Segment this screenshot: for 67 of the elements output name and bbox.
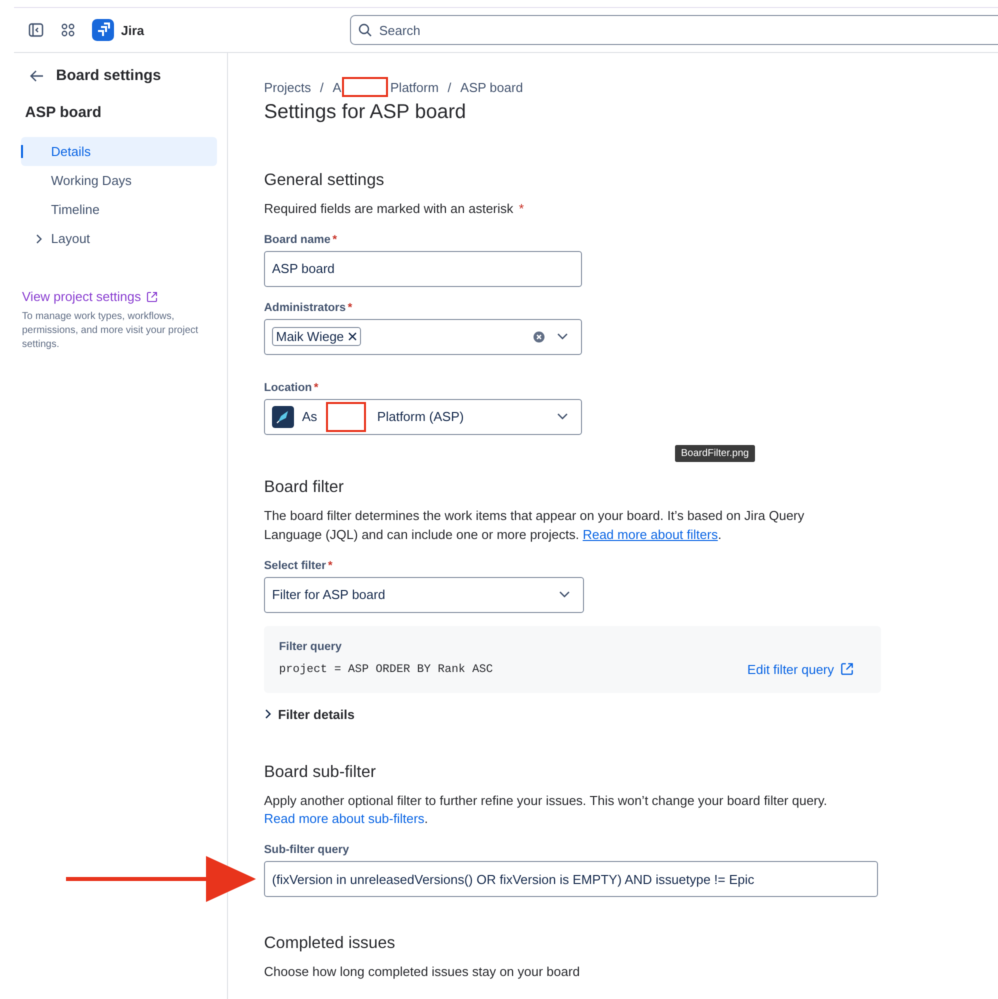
required-mark: * [314,382,318,394]
back-arrow-icon[interactable] [30,70,44,82]
section-description: Apply another optional filter to further refine your issues. This won’t change your board filter query. Read more about sub-filters. [264,792,828,828]
sidebar-toggle-icon[interactable] [28,22,44,38]
location-value: Platform (ASP) [377,409,464,424]
location-select[interactable]: As Platform (ASP) [264,398,582,435]
sidebar-item[interactable]: Layout [21,224,217,253]
query-label: Filter query [279,640,343,653]
sub-filters-help-link[interactable]: Read more about sub-filters [264,811,424,826]
board-name: ASP board [25,104,102,121]
breadcrumb-link[interactable]: Projects [264,80,311,94]
filters-help-link[interactable]: Read more about filters [582,526,718,542]
sidebar-item[interactable]: Timeline [21,195,217,224]
required-note: Required fields are marked with an asterisk [264,201,514,216]
chevron-down-icon [557,333,568,340]
search-field[interactable]: Search [350,15,998,45]
required-mark: * [348,302,352,314]
product-name[interactable]: Jira [121,22,144,38]
board-name-input[interactable]: ASP board [264,250,582,287]
remove-icon[interactable] [348,332,357,342]
filter-select[interactable]: Filter for ASP board [264,576,584,613]
sub-filter-input[interactable]: (fixVersion in unreleasedVersions() OR fixVersion is EMPTY) AND issuetype != Epic [264,861,878,898]
redaction-box [342,77,388,97]
breadcrumb-separator: / [448,80,452,94]
sidebar-item[interactable]: Details [21,137,217,166]
field-label: Board name [264,234,330,246]
external-link-icon [146,290,158,302]
required-mark: * [518,201,524,216]
filter-details-toggle[interactable]: Filter details [264,706,359,722]
section-description: The board filter determines the work items that appear on your board. It’s based on Jira Query Language (JQL) and can include one or more projects. Read more about filters. [264,506,806,544]
breadcrumb-link[interactable]: Platform [390,80,439,94]
query-text: project = ASP ORDER BY Rank ASC [279,662,493,676]
chevron-down-icon [557,413,568,420]
breadcrumb-link[interactable]: A [332,80,342,94]
jira-logo-icon[interactable] [92,19,114,41]
section-heading: Completed issues [264,934,396,954]
clear-icon[interactable] [533,330,545,343]
breadcrumb-separator: / [320,80,324,94]
help-text: To manage work types, workflows, permissions, and more visit your project settings. [22,310,200,352]
page-title: Settings for ASP board [264,101,467,124]
sidebar-item[interactable]: Working Days [21,166,217,195]
sidebar-heading: Board settings [56,67,162,84]
required-mark: * [332,234,337,246]
redaction-box [326,402,366,432]
chevron-icon [35,234,43,244]
user-chip[interactable]: Maik Wiege [272,327,361,346]
section-heading: General settings [264,171,386,190]
app-grid-icon[interactable] [60,22,76,38]
administrators-select[interactable]: Maik Wiege [264,318,582,355]
select-value: Filter for ASP board [272,587,386,602]
chevron-icon [264,709,272,720]
chevron-down-icon [559,591,570,598]
file-tooltip: BoardFilter.png [675,444,755,462]
edit-filter-link[interactable]: Edit filter query [747,662,854,677]
field-label: Select filter [264,560,326,572]
field-label: Administrators [264,302,346,314]
section-heading: Board filter [264,478,345,497]
field-label: Sub-filter query [264,844,349,856]
external-link-icon [840,662,854,676]
rocket-avatar-icon [272,406,294,428]
breadcrumb-link[interactable]: ASP board [460,80,523,94]
section-heading: Board sub-filter [264,762,377,782]
location-value: As [302,409,318,424]
project-settings-link[interactable]: View project settings [22,289,227,304]
section-description: Choose how long completed issues stay on your board [264,963,581,982]
required-mark: * [328,560,332,572]
field-label: Location [264,382,312,394]
